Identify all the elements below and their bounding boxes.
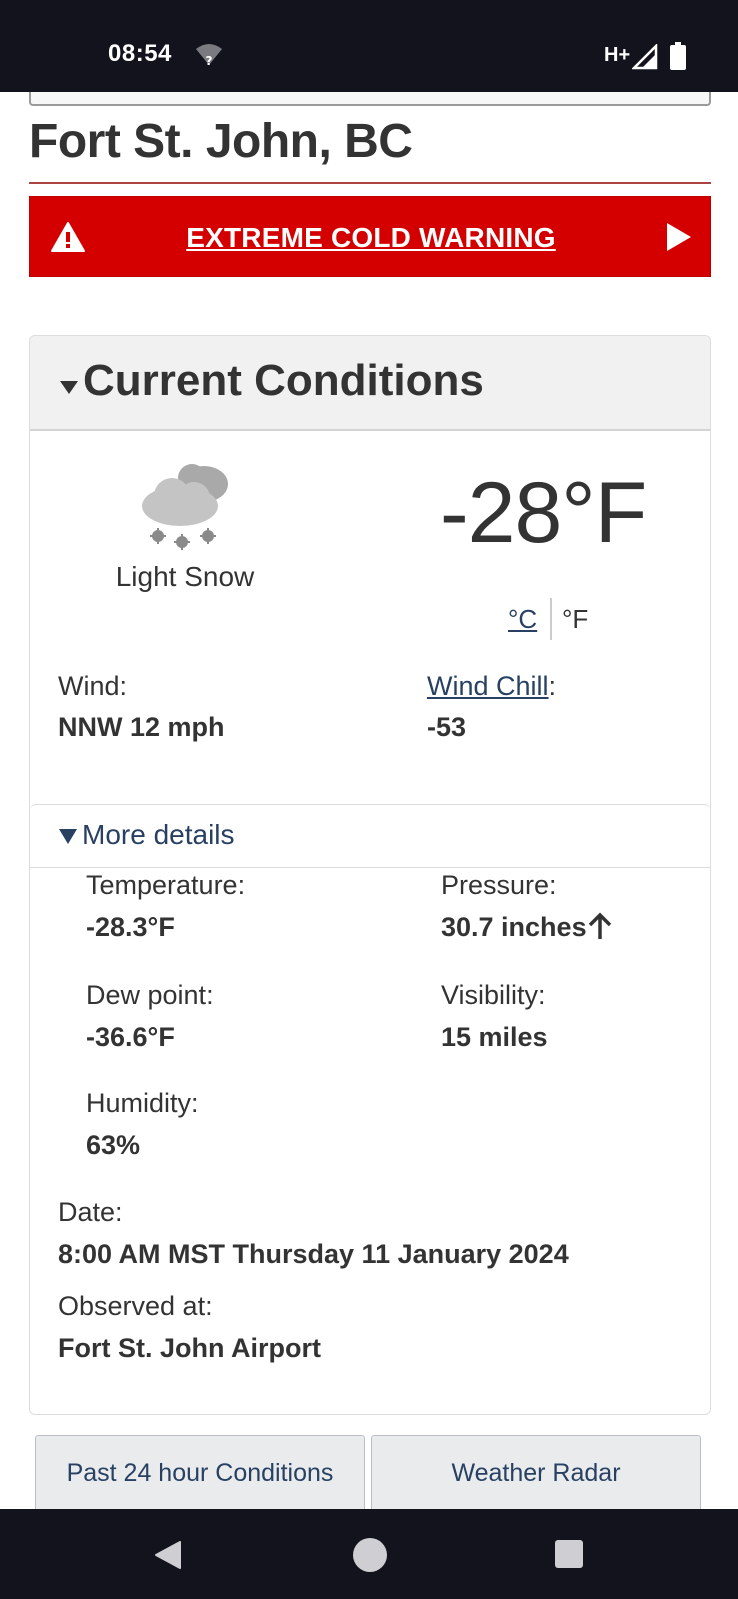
home-icon[interactable] <box>352 1537 388 1573</box>
wind-chill-label: Wind Chill: <box>427 671 556 702</box>
network-type: H+ <box>604 44 631 66</box>
light-snow-cloud-icon <box>142 464 228 550</box>
current-conditions-title: Current Conditions <box>83 356 484 405</box>
temperature-label: Temperature: <box>86 870 246 900</box>
pressure-label: Pressure: <box>441 870 557 900</box>
weather-radar-button[interactable]: Weather Radar <box>371 1435 701 1509</box>
pressure-text: 30.7 inches <box>441 912 587 942</box>
back-icon[interactable] <box>152 1539 184 1571</box>
humidity-label: Humidity: <box>86 1088 199 1118</box>
more-details-label: More details <box>82 819 235 850</box>
caret-down-icon <box>60 381 78 394</box>
warning-link[interactable]: EXTREME COLD WARNING <box>30 222 712 254</box>
wind-chill-value: -53 <box>427 712 467 742</box>
triangle-down-icon <box>59 829 77 844</box>
cell-signal-icon <box>632 44 658 70</box>
visibility-label: Visibility: <box>441 980 546 1010</box>
date-label: Date: <box>58 1197 123 1227</box>
play-arrow-icon <box>667 223 691 251</box>
unit-celsius-link[interactable]: °C <box>508 604 537 635</box>
visibility-value: 15 miles <box>441 1022 548 1052</box>
unit-divider <box>550 598 552 640</box>
date-value: 8:00 AM MST Thursday 11 January 2024 <box>58 1239 569 1269</box>
current-temperature: -28°F <box>440 465 647 561</box>
wind-label: Wind: <box>58 671 128 701</box>
unit-fahrenheit-label: °F <box>562 604 589 634</box>
svg-text:?: ? <box>206 54 213 68</box>
recents-icon[interactable] <box>554 1539 584 1569</box>
top-menu-edge <box>29 92 711 106</box>
humidity-value: 63% <box>86 1130 141 1160</box>
pressure-value: 30.7 inches <box>441 912 613 943</box>
dew-point-value: -36.6°F <box>86 1022 175 1052</box>
wind-chill-link[interactable]: Wind Chill <box>427 671 549 701</box>
arrow-up-icon <box>588 912 611 939</box>
status-time: 08:54 <box>108 40 172 67</box>
navigation-bar <box>0 1509 738 1599</box>
page-title: Fort St. John, BC <box>29 115 413 168</box>
past-24-hour-button[interactable]: Past 24 hour Conditions <box>35 1435 365 1509</box>
screen: 08:54 ? H+ Fort St. John, BC EXTREME COL… <box>0 0 738 1599</box>
dew-point-label: Dew point: <box>86 980 214 1010</box>
warning-banner[interactable]: EXTREME COLD WARNING <box>29 196 711 277</box>
wifi-question-icon: ? <box>196 44 222 68</box>
wind-chill-colon: : <box>548 671 557 701</box>
battery-icon <box>670 42 686 70</box>
observed-label: Observed at: <box>58 1291 213 1321</box>
condition-label: Light Snow <box>115 561 255 592</box>
temperature-value: -28.3°F <box>86 912 175 942</box>
current-conditions-header[interactable]: Current Conditions <box>30 336 710 431</box>
status-bar: 08:54 ? H+ <box>0 0 738 92</box>
current-conditions-panel: Current Conditions Light Snow -28°F °C °… <box>29 335 711 1415</box>
wind-value: NNW 12 mph <box>58 712 225 742</box>
title-divider <box>29 182 711 184</box>
more-details-toggle[interactable]: More details <box>30 804 710 868</box>
observed-value: Fort St. John Airport <box>58 1333 321 1363</box>
